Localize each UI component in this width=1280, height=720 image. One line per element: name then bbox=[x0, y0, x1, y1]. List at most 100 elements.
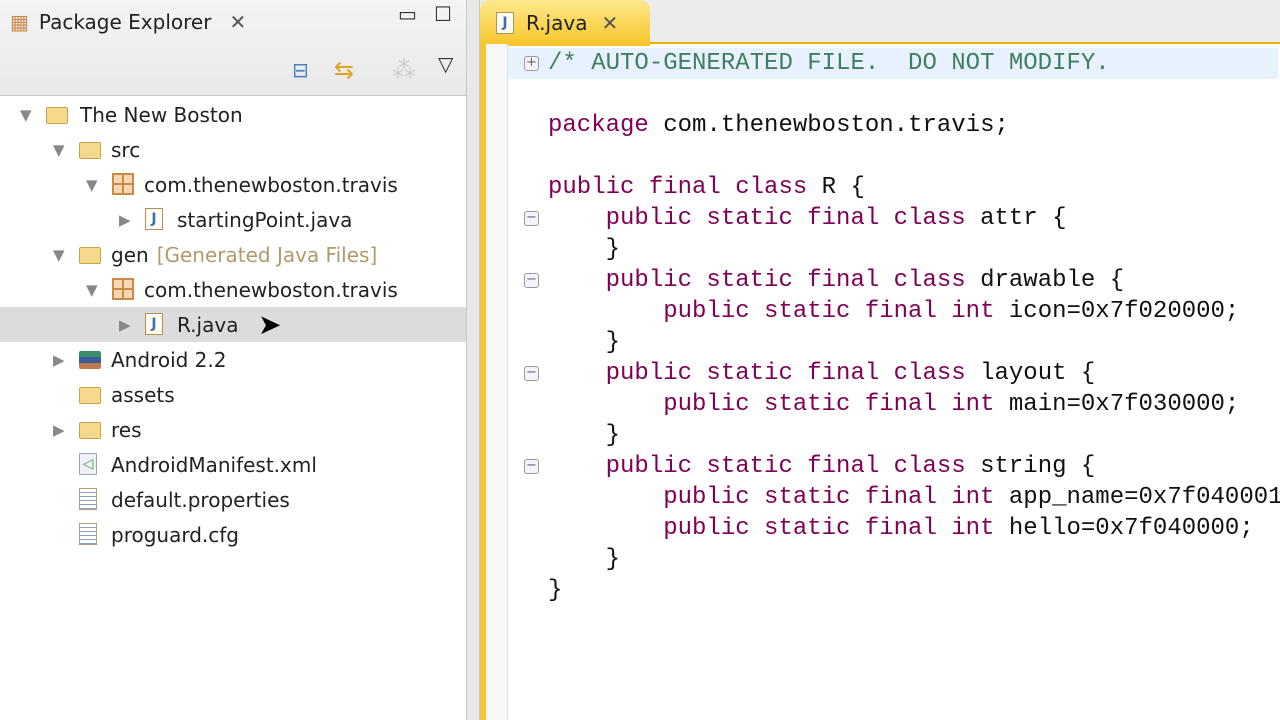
folder-icon bbox=[79, 142, 101, 159]
code-line: − public static final class layout { bbox=[524, 358, 1280, 389]
tree-item[interactable]: ◁ AndroidManifest.xml bbox=[0, 447, 466, 482]
keyword: public final class bbox=[548, 174, 808, 201]
code-area[interactable]: + /* AUTO-GENERATED FILE. DO NOT MODIFY. p… bbox=[508, 48, 1280, 606]
tree-item-label: Android 2.2 bbox=[111, 348, 227, 372]
tree-item[interactable]: ▶ Android 2.2 bbox=[0, 342, 466, 377]
collapse-arrow-icon[interactable]: ▼ bbox=[86, 281, 98, 299]
tree-item-text: proguard.cfg bbox=[111, 523, 239, 547]
code-line: − public static final class string { bbox=[524, 451, 1280, 482]
code-text: com.thenewboston.travis; bbox=[663, 112, 1009, 139]
tree-item[interactable]: assets bbox=[0, 377, 466, 412]
code-text: attr { bbox=[980, 205, 1067, 232]
package-explorer-header: ▦ Package Explorer ✕ ▭ ☐ ⊟ ⇆ ⁂ ▽ bbox=[0, 0, 466, 96]
package-explorer-panel: ▦ Package Explorer ✕ ▭ ☐ ⊟ ⇆ ⁂ ▽ ▼ The Ne… bbox=[0, 0, 466, 720]
collapse-fold-icon[interactable]: − bbox=[524, 366, 539, 381]
minimize-icon[interactable]: ▭ bbox=[398, 2, 417, 26]
tree-item[interactable]: default.properties bbox=[0, 482, 466, 517]
collapse-arrow-icon[interactable]: ▼ bbox=[53, 246, 65, 264]
tree-item-text: default.properties bbox=[111, 488, 290, 512]
code-line: } bbox=[548, 234, 1280, 265]
tree-item-label: src bbox=[111, 138, 141, 162]
tree-item-text: startingPoint.java bbox=[177, 208, 352, 232]
tree-item[interactable]: ▼ com.thenewboston.travis bbox=[0, 167, 466, 202]
view-menu-icon[interactable]: ▽ bbox=[438, 52, 453, 76]
link-with-editor-icon[interactable]: ⇆ bbox=[334, 56, 354, 84]
tree-item-label: com.thenewboston.travis bbox=[144, 173, 398, 197]
code-line: public static final int hello=0x7f040000… bbox=[548, 513, 1280, 544]
tree-item[interactable]: proguard.cfg bbox=[0, 517, 466, 552]
tree-item-label: startingPoint.java bbox=[177, 208, 353, 232]
tab-label: Package Explorer bbox=[38, 10, 212, 34]
code-text: icon=0x7f020000; bbox=[1008, 298, 1240, 325]
tree-item-label: R.java bbox=[177, 313, 239, 337]
filter-icon[interactable]: ⁂ bbox=[392, 56, 416, 84]
close-icon[interactable]: ✕ bbox=[601, 11, 618, 35]
code-text: main=0x7f030000; bbox=[1008, 391, 1240, 418]
collapse-fold-icon[interactable]: − bbox=[524, 459, 539, 474]
code-text: layout { bbox=[980, 360, 1096, 387]
folder-icon bbox=[79, 387, 101, 404]
keyword: public static final class bbox=[605, 205, 966, 232]
code-line: } bbox=[548, 327, 1280, 358]
tree-item-label: assets bbox=[111, 383, 175, 407]
code-line: public final class R { bbox=[548, 172, 1280, 203]
tree-item-label: gen bbox=[111, 243, 149, 267]
expand-arrow-icon[interactable]: ▶ bbox=[119, 316, 131, 334]
tree-item[interactable]: ▼ com.thenewboston.travis bbox=[0, 272, 466, 307]
folder-icon bbox=[79, 247, 101, 264]
project-tree: ▼ The New Boston ▼ src ▼ com.thenewboston.tra… bbox=[0, 97, 466, 552]
keyword: package bbox=[548, 112, 649, 139]
tree-item-text: res bbox=[111, 418, 142, 442]
collapse-fold-icon[interactable]: − bbox=[524, 273, 539, 288]
pkg-icon bbox=[112, 173, 134, 195]
expand-arrow-icon[interactable]: ▶ bbox=[53, 351, 65, 369]
tree-item-text: assets bbox=[111, 383, 175, 407]
tree-item[interactable]: ▶ JstartingPoint.java bbox=[0, 202, 466, 237]
tree-item-label: com.thenewboston.travis bbox=[144, 278, 398, 302]
tree-item[interactable]: ▼ The New Boston bbox=[0, 97, 466, 132]
keyword: public static final class bbox=[605, 267, 966, 294]
collapse-fold-icon[interactable]: − bbox=[524, 211, 539, 226]
expand-fold-icon[interactable]: + bbox=[524, 56, 539, 71]
expand-arrow-icon[interactable]: ▶ bbox=[53, 421, 65, 439]
java-icon: J bbox=[145, 208, 163, 230]
tree-item-label: AndroidManifest.xml bbox=[111, 453, 317, 477]
tree-item-label: default.properties bbox=[111, 488, 290, 512]
collapse-arrow-icon[interactable]: ▼ bbox=[20, 106, 32, 124]
tab-r-java[interactable]: J R.java ✕ bbox=[480, 0, 650, 46]
tree-item[interactable]: ▶ J R.java bbox=[0, 307, 466, 342]
tab-package-explorer[interactable]: ▦ Package Explorer ✕ bbox=[0, 0, 300, 44]
maximize-icon[interactable]: ☐ bbox=[434, 2, 452, 26]
code-text: } bbox=[548, 577, 563, 604]
java-icon: J bbox=[145, 313, 163, 335]
code-line: package com.thenewboston.travis; bbox=[548, 110, 1280, 141]
code-text: drawable { bbox=[980, 267, 1125, 294]
tree-item-decoration: [Generated Java Files] bbox=[156, 243, 378, 267]
tree-item[interactable]: ▶ res bbox=[0, 412, 466, 447]
expand-arrow-icon[interactable]: ▶ bbox=[119, 211, 131, 229]
editor-ruler bbox=[486, 44, 508, 720]
tree-item[interactable]: ▼ gen [Generated Java Files] bbox=[0, 237, 466, 272]
code-line: public static final int main=0x7f030000; bbox=[548, 389, 1280, 420]
panel-sash[interactable] bbox=[466, 0, 480, 720]
collapse-all-icon[interactable]: ⊟ bbox=[292, 58, 309, 82]
tree-item-label: The New Boston bbox=[80, 103, 243, 127]
code-text: app_name=0x7f040001; bbox=[1008, 484, 1280, 511]
close-icon[interactable]: ✕ bbox=[229, 10, 246, 34]
tree-item-text: The New Boston bbox=[80, 103, 243, 127]
tree-item[interactable]: ▼ src bbox=[0, 132, 466, 167]
tree-item-label: res bbox=[111, 418, 142, 442]
keyword: public static final int bbox=[663, 515, 995, 542]
java-file-icon: J bbox=[496, 12, 514, 34]
collapse-arrow-icon[interactable]: ▼ bbox=[86, 176, 98, 194]
lib-icon bbox=[79, 351, 101, 369]
collapse-arrow-icon[interactable]: ▼ bbox=[53, 141, 65, 159]
keyword: public static final int bbox=[663, 298, 995, 325]
tree-item-label: proguard.cfg bbox=[111, 523, 239, 547]
